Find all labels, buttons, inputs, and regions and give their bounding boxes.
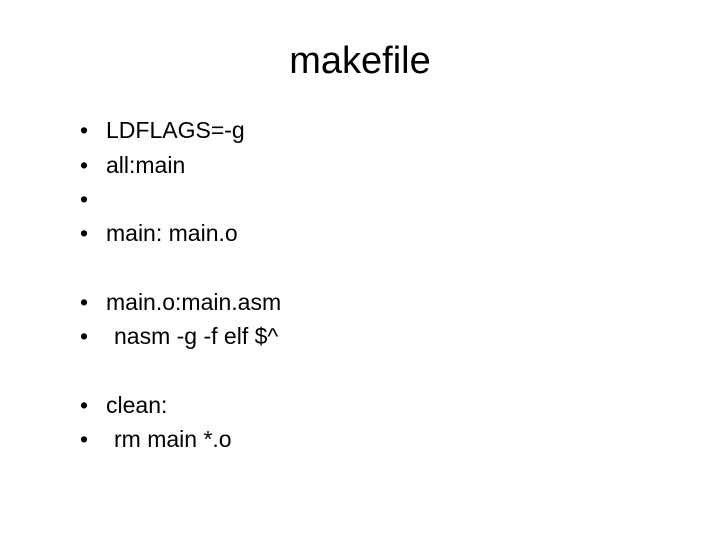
list-item: main.o:main.asm <box>80 285 670 320</box>
blank-line <box>80 354 670 388</box>
list-item: LDFLAGS=-g <box>80 113 670 148</box>
list-item: all:main <box>80 148 670 183</box>
slide-title: makefile <box>50 40 670 83</box>
list-item: clean: <box>80 388 670 423</box>
list-item: nasm -g -f elf $^ <box>80 319 670 354</box>
list-item: rm main *.o <box>80 422 670 457</box>
makefile-content-list: LDFLAGS=-g all:main main: main.o main.o:… <box>50 113 670 457</box>
list-item <box>80 182 670 216</box>
blank-line <box>80 251 670 285</box>
list-item: main: main.o <box>80 216 670 251</box>
